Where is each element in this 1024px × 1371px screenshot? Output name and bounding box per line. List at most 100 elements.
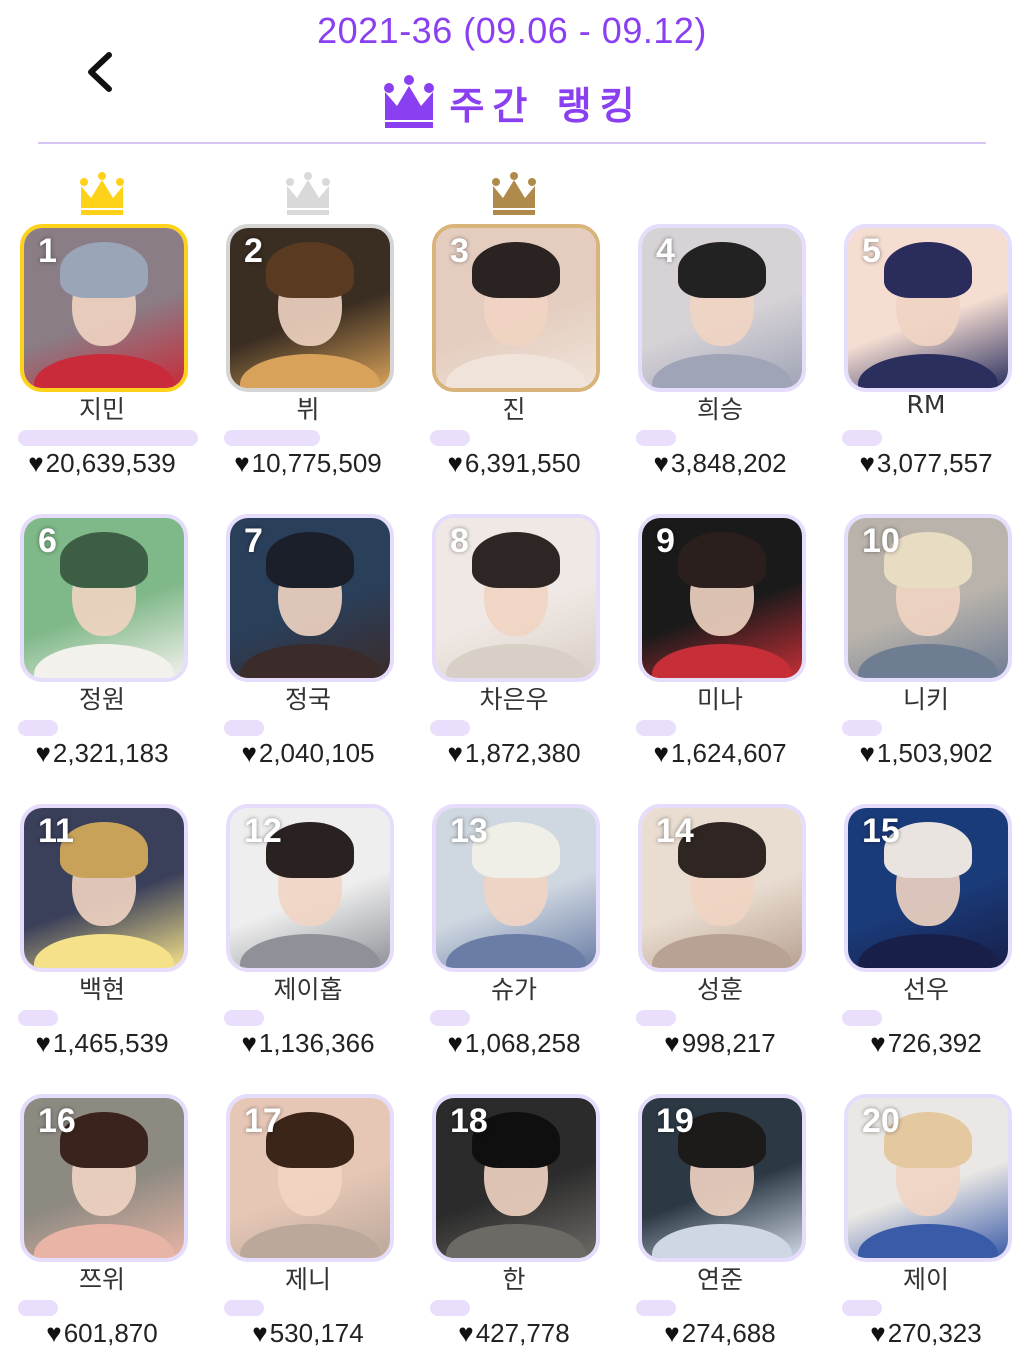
artist-photo[interactable]: 15 bbox=[844, 804, 1012, 972]
ranking-item[interactable]: 20 제이 ♥270,323 bbox=[842, 1092, 1022, 1362]
vote-value: 1,503,902 bbox=[876, 738, 993, 768]
artist-name: 쯔위 bbox=[78, 1265, 125, 1294]
artist-photo[interactable]: 12 bbox=[226, 804, 394, 972]
vote-value: 2,321,183 bbox=[52, 738, 169, 768]
rank-number: 1 bbox=[38, 232, 57, 270]
vote-value: 6,391,550 bbox=[464, 448, 581, 478]
artist-name: 성훈 bbox=[696, 975, 743, 1004]
vote-count: ♥2,321,183 bbox=[18, 738, 186, 769]
artist-name: 백현 bbox=[78, 975, 125, 1004]
vote-bar bbox=[18, 430, 198, 446]
artist-name: 니키 bbox=[902, 685, 949, 714]
ranking-item[interactable]: 15 선우 ♥726,392 bbox=[842, 802, 1022, 1072]
artist-photo[interactable]: 7 bbox=[226, 514, 394, 682]
artist-name: 미나 bbox=[696, 685, 743, 714]
artist-photo[interactable]: 18 bbox=[432, 1094, 600, 1262]
artist-photo[interactable]: 13 bbox=[432, 804, 600, 972]
artist-photo[interactable]: 11 bbox=[20, 804, 188, 972]
ranking-item[interactable]: 13 슈가 ♥1,068,258 bbox=[430, 802, 610, 1072]
vote-bar bbox=[430, 430, 470, 446]
ranking-card: 2021-36 (09.06 - 09.12) 주간 랭킹 1 지민 ♥20,639… bbox=[0, 0, 1024, 1371]
artist-photo[interactable]: 4 bbox=[638, 224, 806, 392]
ranking-item[interactable]: 18 한 ♥427,778 bbox=[430, 1092, 610, 1362]
rank-number: 6 bbox=[38, 522, 57, 560]
rank-number: 3 bbox=[450, 232, 469, 270]
ranking-item[interactable]: 19 연준 ♥274,688 bbox=[636, 1092, 816, 1362]
vote-count: ♥427,778 bbox=[430, 1318, 598, 1349]
heart-icon: ♥ bbox=[458, 1318, 474, 1348]
vote-value: 601,870 bbox=[63, 1318, 158, 1348]
vote-count: ♥1,624,607 bbox=[636, 738, 804, 769]
vote-value: 3,077,557 bbox=[876, 448, 993, 478]
heart-icon: ♥ bbox=[447, 738, 463, 768]
heart-icon: ♥ bbox=[35, 738, 51, 768]
ranking-item[interactable]: 5 RM ♥3,077,557 bbox=[842, 222, 1022, 492]
heart-icon: ♥ bbox=[870, 1318, 886, 1348]
heart-icon: ♥ bbox=[252, 1318, 268, 1348]
vote-bar bbox=[430, 1010, 470, 1026]
artist-photo[interactable]: 1 bbox=[20, 224, 188, 392]
vote-value: 274,688 bbox=[681, 1318, 776, 1348]
ranking-item[interactable]: 12 제이홉 ♥1,136,366 bbox=[224, 802, 404, 1072]
rank-number: 15 bbox=[862, 812, 900, 850]
artist-photo[interactable]: 5 bbox=[844, 224, 1012, 392]
rank-number: 14 bbox=[656, 812, 694, 850]
ranking-item[interactable]: 8 차은우 ♥1,872,380 bbox=[430, 512, 610, 782]
vote-value: 1,136,366 bbox=[258, 1028, 375, 1058]
artist-photo[interactable]: 19 bbox=[638, 1094, 806, 1262]
artist-photo[interactable]: 14 bbox=[638, 804, 806, 972]
artist-name: 정원 bbox=[78, 685, 125, 714]
ranking-item[interactable]: 10 니키 ♥1,503,902 bbox=[842, 512, 1022, 782]
vote-bar bbox=[430, 1300, 470, 1316]
ranking-item[interactable]: 2 뷔 ♥10,775,509 bbox=[224, 172, 404, 492]
artist-photo[interactable]: 2 bbox=[226, 224, 394, 392]
vote-count: ♥20,639,539 bbox=[18, 448, 186, 479]
ranking-item[interactable]: 11 백현 ♥1,465,539 bbox=[18, 802, 198, 1072]
vote-bar bbox=[842, 720, 882, 736]
vote-count: ♥3,848,202 bbox=[636, 448, 804, 479]
artist-name: 제이홉 bbox=[273, 975, 343, 1004]
vote-bar bbox=[224, 1010, 264, 1026]
vote-bar bbox=[636, 1300, 676, 1316]
artist-photo[interactable]: 9 bbox=[638, 514, 806, 682]
artist-photo[interactable]: 6 bbox=[20, 514, 188, 682]
heart-icon: ♥ bbox=[664, 1318, 680, 1348]
vote-count: ♥10,775,509 bbox=[224, 448, 392, 479]
ranking-item[interactable]: 9 미나 ♥1,624,607 bbox=[636, 512, 816, 782]
vote-count: ♥1,872,380 bbox=[430, 738, 598, 769]
artist-photo[interactable]: 16 bbox=[20, 1094, 188, 1262]
rank-number: 9 bbox=[656, 522, 675, 560]
heart-icon: ♥ bbox=[653, 448, 669, 478]
vote-value: 427,778 bbox=[475, 1318, 570, 1348]
vote-count: ♥274,688 bbox=[636, 1318, 804, 1349]
ranking-item[interactable]: 3 진 ♥6,391,550 bbox=[430, 172, 610, 492]
vote-bar bbox=[430, 720, 470, 736]
vote-count: ♥998,217 bbox=[636, 1028, 804, 1059]
vote-bar bbox=[636, 720, 676, 736]
rank-number: 18 bbox=[450, 1102, 488, 1140]
vote-bar bbox=[224, 720, 264, 736]
vote-value: 3,848,202 bbox=[670, 448, 787, 478]
heart-icon: ♥ bbox=[653, 738, 669, 768]
artist-name: 진 bbox=[502, 395, 526, 424]
ranking-item[interactable]: 1 지민 ♥20,639,539 bbox=[18, 172, 198, 492]
ranking-item[interactable]: 17 제니 ♥530,174 bbox=[224, 1092, 404, 1362]
artist-name: 연준 bbox=[696, 1265, 743, 1294]
artist-name: 정국 bbox=[284, 685, 331, 714]
ranking-item[interactable]: 4 희승 ♥3,848,202 bbox=[636, 222, 816, 492]
ranking-item[interactable]: 16 쯔위 ♥601,870 bbox=[18, 1092, 198, 1362]
ranking-item[interactable]: 14 성훈 ♥998,217 bbox=[636, 802, 816, 1072]
gold-crown-icon bbox=[80, 172, 124, 215]
rank-number: 8 bbox=[450, 522, 469, 560]
vote-count: ♥601,870 bbox=[18, 1318, 186, 1349]
artist-photo[interactable]: 17 bbox=[226, 1094, 394, 1262]
artist-photo[interactable]: 3 bbox=[432, 224, 600, 392]
artist-photo[interactable]: 10 bbox=[844, 514, 1012, 682]
artist-name: 지민 bbox=[78, 395, 125, 424]
vote-bar bbox=[224, 430, 320, 446]
vote-value: 726,392 bbox=[887, 1028, 982, 1058]
artist-photo[interactable]: 8 bbox=[432, 514, 600, 682]
artist-photo[interactable]: 20 bbox=[844, 1094, 1012, 1262]
ranking-item[interactable]: 6 정원 ♥2,321,183 bbox=[18, 512, 198, 782]
ranking-item[interactable]: 7 정국 ♥2,040,105 bbox=[224, 512, 404, 782]
